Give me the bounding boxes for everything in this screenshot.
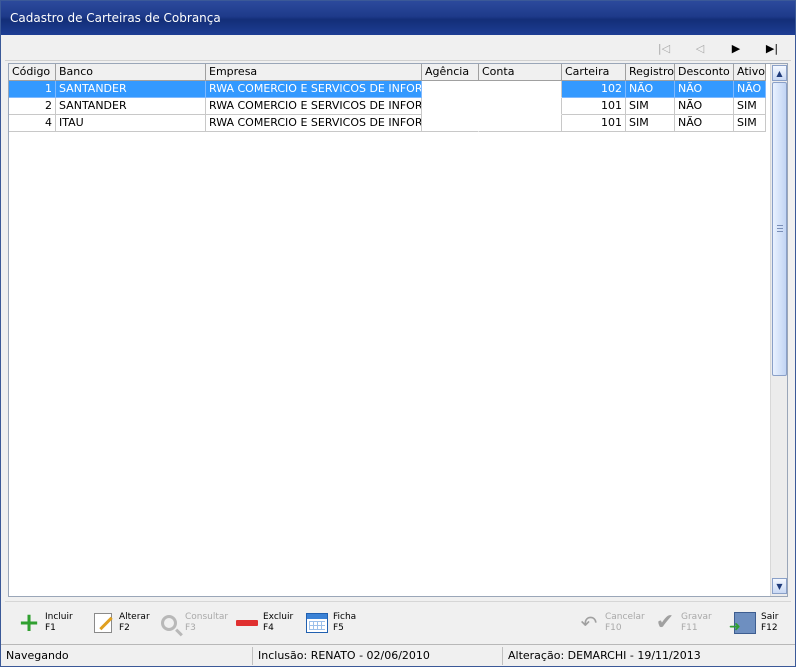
- column-header-desconto[interactable]: Desconto: [675, 64, 734, 81]
- check-icon: ✔: [655, 610, 675, 635]
- status-bar: Navegando Inclusão: RENATO - 02/06/2010 …: [1, 644, 795, 666]
- excluir-button[interactable]: Excluir F4: [235, 606, 293, 640]
- column-header-agencia[interactable]: Agência: [422, 64, 479, 81]
- edit-icon: [91, 611, 115, 635]
- table-row-cell[interactable]: NÃO: [734, 81, 766, 98]
- table-row-cell[interactable]: NÃO: [626, 81, 675, 98]
- calendar-icon: [305, 611, 329, 635]
- window-title: Cadastro de Carteiras de Cobrança: [10, 11, 221, 25]
- table-row-cell[interactable]: [422, 81, 479, 98]
- column-header-empresa[interactable]: Empresa: [206, 64, 422, 81]
- next-record-icon[interactable]: ▶: [725, 39, 747, 57]
- cancelar-button[interactable]: ↶ Cancelar F10: [577, 606, 645, 640]
- consultar-button[interactable]: Consultar F3: [157, 606, 228, 640]
- table-row-cell[interactable]: SIM: [734, 98, 766, 115]
- table-row-cell[interactable]: [479, 98, 562, 115]
- action-toolbar: + Incluir F1 Alterar F2 Consultar F3 Exclui…: [5, 601, 791, 643]
- table-row-cell[interactable]: SANTANDER: [56, 98, 206, 115]
- record-navigator: |◁ ◁ ▶ ▶|: [5, 35, 791, 61]
- previous-record-icon[interactable]: ◁: [689, 39, 711, 57]
- table-row-cell[interactable]: NÃO: [675, 81, 734, 98]
- plus-icon: +: [18, 608, 40, 638]
- sair-key: F12: [761, 623, 778, 633]
- grid-body: Código Banco Empresa Agência Conta Carte…: [9, 64, 771, 596]
- excluir-label: Excluir: [263, 612, 294, 622]
- table-row-cell[interactable]: 102: [562, 81, 626, 98]
- table-row-cell[interactable]: SIM: [626, 98, 675, 115]
- vertical-scrollbar[interactable]: ▲ ▼: [770, 64, 787, 596]
- column-header-banco[interactable]: Banco: [56, 64, 206, 81]
- incluir-key: F1: [45, 623, 56, 633]
- sair-button[interactable]: SairF12: [729, 606, 779, 640]
- table-row-cell[interactable]: 4: [9, 115, 56, 132]
- table-row-cell[interactable]: [422, 98, 479, 115]
- column-header-codigo[interactable]: Código: [9, 64, 56, 81]
- gravar-button[interactable]: ✔ Gravar F11: [653, 606, 712, 640]
- scroll-down-icon[interactable]: ▼: [772, 578, 787, 594]
- table-row-cell[interactable]: 2: [9, 98, 56, 115]
- table-row-cell[interactable]: [479, 81, 562, 98]
- sair-label: Sair: [761, 612, 779, 622]
- gravar-key: F11: [681, 623, 698, 633]
- alterar-button[interactable]: Alterar F2: [91, 606, 150, 640]
- table-row-cell[interactable]: [422, 115, 479, 132]
- minus-icon: [235, 611, 259, 635]
- carteiras-grid[interactable]: Código Banco Empresa Agência Conta Carte…: [8, 63, 788, 597]
- table-row-cell[interactable]: RWA COMERCIO E SERVICOS DE INFORM.: [206, 115, 422, 132]
- cancelar-label: Cancelar: [605, 612, 645, 622]
- status-inclusao: Inclusão: RENATO - 02/06/2010: [255, 647, 503, 665]
- table-row-cell[interactable]: NÃO: [675, 115, 734, 132]
- table-row-cell[interactable]: ITAU: [56, 115, 206, 132]
- excluir-key: F4: [263, 623, 274, 633]
- first-record-icon[interactable]: |◁: [653, 39, 675, 57]
- column-header-registro[interactable]: Registro: [626, 64, 675, 81]
- alterar-label: Alterar: [119, 612, 150, 622]
- magnifier-icon: [157, 611, 181, 635]
- main-window: Cadastro de Carteiras de Cobrança |◁ ◁ ▶…: [0, 0, 796, 667]
- scroll-up-icon[interactable]: ▲: [772, 65, 787, 81]
- status-alteracao: Alteração: DEMARCHI - 19/11/2013: [508, 649, 701, 662]
- table-row-cell[interactable]: [479, 115, 562, 132]
- table-row-cell[interactable]: RWA COMERCIO E SERVICOS DE INFORM.: [206, 98, 422, 115]
- table-row-cell[interactable]: SIM: [734, 115, 766, 132]
- consultar-key: F3: [185, 623, 196, 633]
- table-row-cell[interactable]: RWA COMERCIO E SERVICOS DE INFORM.: [206, 81, 422, 98]
- table-row-cell[interactable]: SANTANDER: [56, 81, 206, 98]
- ficha-key: F5: [333, 623, 344, 633]
- column-header-conta[interactable]: Conta: [479, 64, 562, 81]
- column-header-ativo[interactable]: Ativo: [734, 64, 766, 81]
- alterar-key: F2: [119, 623, 130, 633]
- last-record-icon[interactable]: ▶|: [761, 39, 783, 57]
- exit-door-icon: [729, 611, 757, 639]
- cancelar-key: F10: [605, 623, 622, 633]
- incluir-button[interactable]: + Incluir F1: [17, 606, 73, 640]
- ficha-label: Ficha: [333, 612, 357, 622]
- grip-icon: [777, 225, 783, 232]
- gravar-label: Gravar: [681, 612, 712, 622]
- undo-icon: ↶: [580, 611, 598, 635]
- table-row-cell[interactable]: SIM: [626, 115, 675, 132]
- title-bar: Cadastro de Carteiras de Cobrança: [1, 1, 795, 35]
- table-row-cell[interactable]: 101: [562, 98, 626, 115]
- column-header-carteira[interactable]: Carteira: [562, 64, 626, 81]
- status-mode: Navegando: [3, 647, 253, 665]
- consultar-label: Consultar: [185, 612, 229, 622]
- table-row-cell[interactable]: 1: [9, 81, 56, 98]
- scroll-thumb[interactable]: [772, 82, 787, 376]
- ficha-button[interactable]: Ficha F5: [305, 606, 356, 640]
- table-row-cell[interactable]: 101: [562, 115, 626, 132]
- table-row-cell[interactable]: NÃO: [675, 98, 734, 115]
- incluir-label: Incluir: [45, 612, 73, 622]
